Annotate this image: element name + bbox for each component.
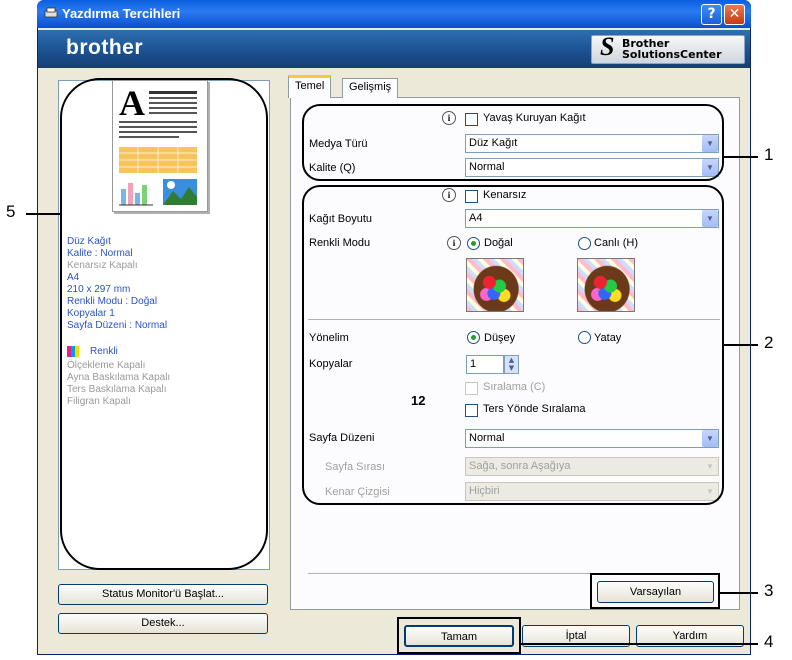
printer-icon [44, 7, 58, 18]
callout-box-4 [397, 617, 521, 654]
tab-gelismis[interactable]: Gelişmiş [342, 78, 399, 98]
title-close-button[interactable]: ✕ [724, 4, 745, 25]
status-monitor-button[interactable]: Status Monitor'ü Başlat... [58, 584, 268, 605]
callout-line-3 [720, 592, 758, 594]
title-help-button[interactable]: ? [701, 4, 722, 25]
support-button[interactable]: Destek... [58, 613, 268, 634]
callout-number-5: 5 [6, 202, 16, 221]
callout-number-4: 4 [764, 632, 774, 651]
solutions-center-label-2: SolutionsCenter [622, 48, 722, 61]
callout-oval-5 [60, 78, 268, 570]
brother-logo: brother [66, 36, 143, 59]
solutions-center-icon: S [600, 32, 615, 61]
tab-temel[interactable]: Temel [288, 75, 332, 98]
callout-line-2 [724, 344, 758, 346]
callout-number-1: 1 [764, 145, 774, 164]
callout-line-1 [724, 156, 758, 158]
callout-box-3 [590, 573, 720, 609]
callout-line-5 [26, 213, 60, 215]
window-title: Yazdırma Tercihleri [62, 6, 181, 21]
callout-oval-2 [302, 185, 724, 505]
callout-line-4 [521, 643, 758, 645]
callout-number-2: 2 [764, 333, 774, 352]
callout-number-3: 3 [764, 581, 774, 600]
callout-oval-1 [302, 104, 724, 181]
